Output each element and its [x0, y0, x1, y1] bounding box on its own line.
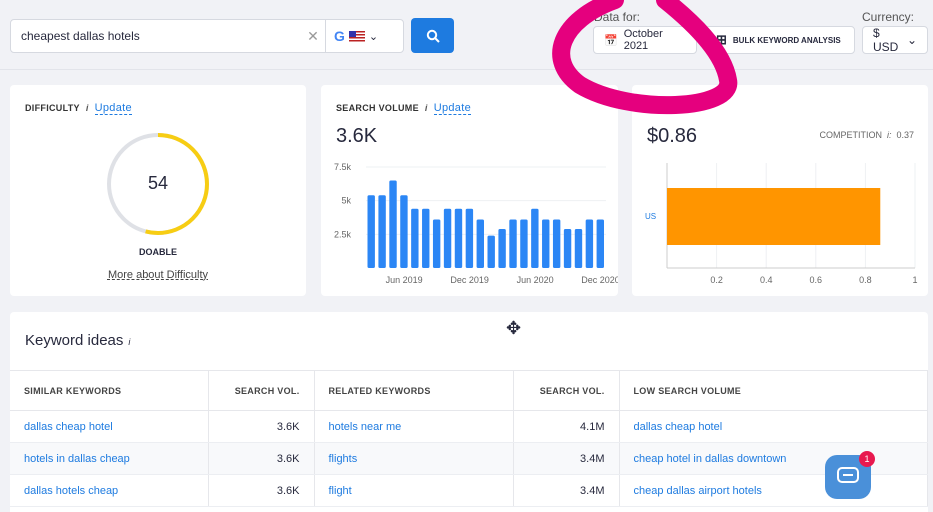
- competition-label: COMPETITION: [819, 130, 882, 140]
- volume-bar: [596, 219, 604, 268]
- volume-bar: [542, 219, 550, 268]
- volume-bar: [378, 195, 386, 268]
- currency-select[interactable]: $ USD ⌄: [862, 26, 928, 54]
- volume-update-link[interactable]: Update: [433, 102, 471, 115]
- clear-icon[interactable]: ✕: [301, 28, 325, 45]
- column-header[interactable]: SEARCH VOL.: [208, 370, 315, 411]
- column-header[interactable]: SIMILAR KEYWORDS: [10, 370, 209, 411]
- y-tick-label: 5k: [341, 196, 351, 206]
- search-volume-cell: 3.6K: [208, 442, 315, 475]
- currency-label: Currency:: [862, 10, 915, 24]
- search-volume-value: 3.6K: [336, 125, 378, 147]
- info-icon[interactable]: i:: [887, 130, 892, 140]
- table-row: dallas cheap hotel 3.6K hotels near me 4.1M…: [10, 410, 928, 443]
- volume-bar: [454, 208, 463, 268]
- keyword-link[interactable]: flight: [314, 474, 514, 507]
- difficulty-card: DIFFICULTY i Update 54 DOABLE More about D…: [10, 85, 306, 296]
- difficulty-update-link[interactable]: Update: [94, 102, 132, 115]
- volume-bar: [432, 219, 441, 268]
- x-tick-label: Dec 2020: [581, 275, 618, 285]
- info-icon[interactable]: i: [425, 103, 428, 113]
- volume-bar: [574, 228, 583, 268]
- search-volume-cell: 3.6K: [208, 410, 315, 443]
- table-row: hotels in dallas cheap 3.6K flights 3.4M che…: [10, 442, 928, 475]
- keyword-ideas-table: SIMILAR KEYWORDS SEARCH VOL. RELATED KEYWO…: [10, 370, 928, 507]
- search-volume-chart: 7.5k 5k 2.5k Jun 2019 Dec 2019 Jun 2020 Dec 20…: [334, 162, 618, 285]
- x-tick-label: Jun 2020: [517, 275, 554, 285]
- search-volume-cell: 4.1M: [513, 410, 620, 443]
- keyword-link[interactable]: hotels near me: [314, 410, 514, 443]
- volume-bar: [389, 180, 397, 268]
- volume-bar: [465, 208, 474, 268]
- keyword-link[interactable]: dallas cheap hotel: [10, 410, 209, 443]
- search-volume-cell: 3.4M: [513, 474, 620, 507]
- info-icon[interactable]: i: [86, 103, 89, 113]
- competition-value: 0.37: [896, 130, 914, 140]
- keyword-link[interactable]: hotels in dallas cheap: [10, 442, 209, 475]
- top-bar: ✕ G ⌄ Data for: 📅October 2021 ⊞BULK KEYW…: [0, 0, 933, 70]
- annotation-circle: [552, 0, 738, 115]
- move-cursor-icon: ✥: [506, 318, 522, 338]
- volume-bar: [498, 228, 506, 268]
- y-tick-label: 2.5k: [334, 229, 352, 239]
- volume-bar: [509, 219, 517, 268]
- keyword-ideas-panel: Keyword ideas i SIMILAR KEYWORDS SEARCH VO…: [10, 312, 928, 512]
- x-tick-label: 0.8: [859, 275, 872, 285]
- cpc-chart: 0.2 0.4 0.6 0.8 1 US: [645, 163, 918, 285]
- x-tick-label: 1: [912, 275, 917, 285]
- chat-button[interactable]: 1: [825, 451, 875, 499]
- x-tick-label: 0.4: [760, 275, 773, 285]
- chat-icon: [837, 467, 859, 483]
- column-header[interactable]: LOW SEARCH VOLUME: [619, 370, 928, 411]
- x-tick-label: 0.6: [810, 275, 823, 285]
- volume-bar: [476, 219, 484, 268]
- difficulty-value: 54: [147, 173, 169, 193]
- keyword-link[interactable]: dallas hotels cheap: [10, 474, 209, 507]
- search-volume-cell: 3.4M: [513, 442, 620, 475]
- volume-bar: [411, 208, 419, 268]
- volume-bar: [531, 208, 539, 268]
- y-tick-label: 7.5k: [334, 162, 352, 172]
- keyword-ideas-title: Keyword ideas: [25, 332, 124, 349]
- keyword-link[interactable]: cheap hotel in dallas downtown: [619, 442, 928, 475]
- engine-country-select[interactable]: G ⌄: [326, 28, 378, 44]
- x-tick-label: Dec 2019: [450, 275, 489, 285]
- keyword-link[interactable]: cheap dallas airport hotels: [619, 474, 928, 507]
- table-row: dallas hotels cheap 3.6K flight 3.4M cheap d…: [10, 474, 928, 507]
- chevron-down-icon: ⌄: [368, 30, 379, 43]
- volume-bar: [552, 219, 561, 268]
- chevron-down-icon: ⌄: [906, 33, 917, 47]
- x-tick-label: 0.2: [710, 275, 723, 285]
- search-volume-cell: 3.6K: [208, 474, 315, 507]
- y-tick-label: US: [645, 212, 656, 221]
- keyword-link[interactable]: flights: [314, 442, 514, 475]
- column-header[interactable]: SEARCH VOL.: [513, 370, 620, 411]
- us-flag-icon: [348, 30, 365, 42]
- volume-bar: [367, 195, 375, 268]
- info-icon[interactable]: i: [128, 337, 130, 347]
- more-about-difficulty-link[interactable]: More about Difficulty: [10, 269, 306, 281]
- volume-bar: [400, 195, 408, 268]
- x-tick-label: Jun 2019: [386, 275, 423, 285]
- search-button[interactable]: [411, 18, 454, 53]
- google-icon: G: [334, 28, 345, 44]
- volume-bar: [422, 208, 430, 268]
- volume-bar: [563, 228, 572, 268]
- volume-bar: [487, 235, 495, 268]
- keyword-link[interactable]: dallas cheap hotel: [619, 410, 928, 443]
- keyword-input[interactable]: [11, 29, 301, 43]
- search-icon: [426, 29, 440, 43]
- chat-badge: 1: [859, 451, 875, 467]
- volume-bar: [520, 219, 528, 268]
- volume-bar: [443, 208, 452, 268]
- search-box: ✕ G ⌄: [10, 19, 404, 53]
- volume-bar: [585, 219, 594, 268]
- difficulty-level: DOABLE: [139, 247, 177, 257]
- column-header[interactable]: RELATED KEYWORDS: [314, 370, 514, 411]
- cpc-bar: [667, 188, 881, 245]
